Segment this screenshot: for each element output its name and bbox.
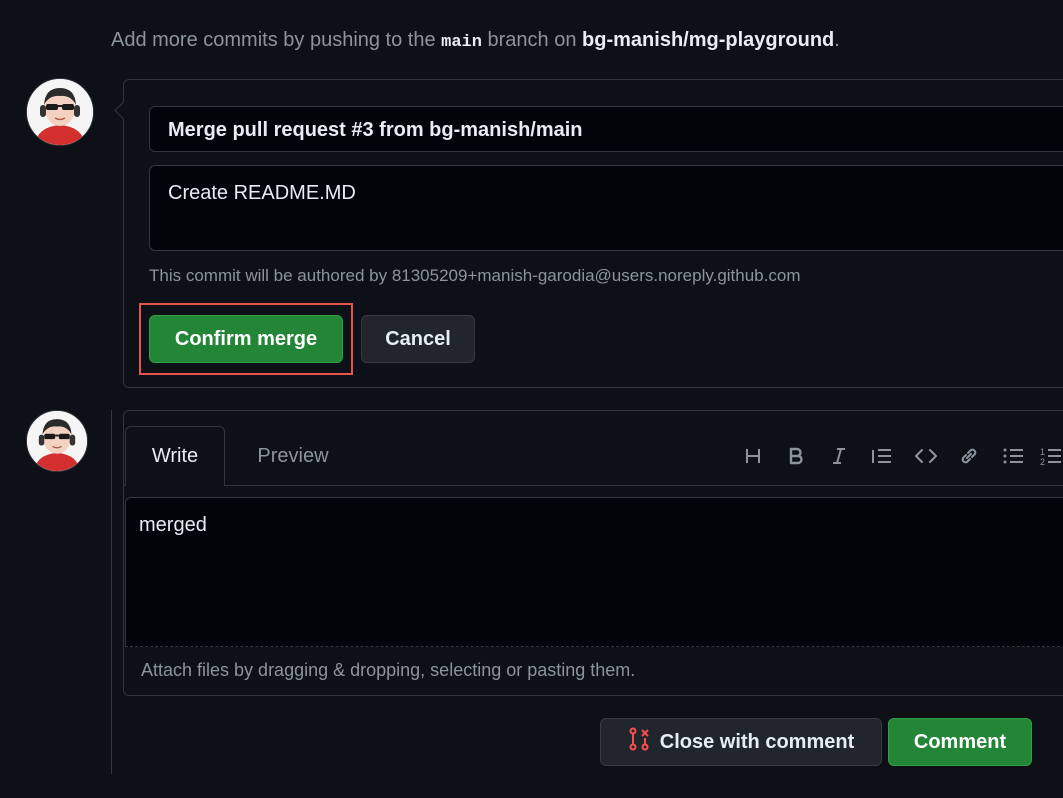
tab-preview[interactable]: Preview: [240, 426, 346, 486]
close-issue-icon: [628, 727, 650, 757]
quote-icon[interactable]: [867, 441, 897, 471]
italic-icon[interactable]: [824, 441, 854, 471]
hint-middle: branch on: [481, 29, 583, 51]
hint-suffix: .: [834, 29, 840, 51]
branch-name: main: [441, 33, 482, 52]
bold-icon[interactable]: [781, 441, 811, 471]
ordered-list-icon[interactable]: 12: [1040, 441, 1063, 471]
tab-write[interactable]: Write: [125, 426, 225, 486]
close-with-comment-label: Close with comment: [659, 730, 855, 753]
link-icon[interactable]: [954, 441, 984, 471]
user-avatar-image: [27, 79, 93, 145]
heading-icon[interactable]: [738, 441, 768, 471]
cancel-button[interactable]: Cancel: [361, 315, 475, 363]
attach-files-hint[interactable]: Attach files by dragging & dropping, sel…: [141, 660, 635, 681]
comment-button[interactable]: Comment: [888, 718, 1032, 766]
timeline-line: [111, 410, 112, 774]
code-icon[interactable]: [911, 441, 941, 471]
close-with-comment-button[interactable]: Close with comment: [600, 718, 882, 766]
avatar[interactable]: [26, 410, 88, 472]
hint-prefix: Add more commits by pushing to the: [111, 29, 442, 51]
commit-author-note: This commit will be authored by 81305209…: [149, 266, 801, 285]
repo-name: bg-manish/mg-playground: [582, 29, 835, 51]
svg-text:2: 2: [1040, 457, 1045, 466]
confirm-merge-button[interactable]: Confirm merge: [149, 315, 343, 363]
comment-textarea[interactable]: merged: [125, 497, 1063, 647]
unordered-list-icon[interactable]: [998, 441, 1028, 471]
avatar[interactable]: [26, 78, 94, 146]
commit-message-textarea[interactable]: Create README.MD: [149, 165, 1063, 251]
svg-text:1: 1: [1040, 447, 1045, 457]
commit-title-input[interactable]: Merge pull request #3 from bg-manish/mai…: [149, 106, 1063, 152]
user-avatar-image: [27, 411, 87, 471]
merge-hint-text: Add more commits by pushing to the main …: [111, 26, 840, 57]
